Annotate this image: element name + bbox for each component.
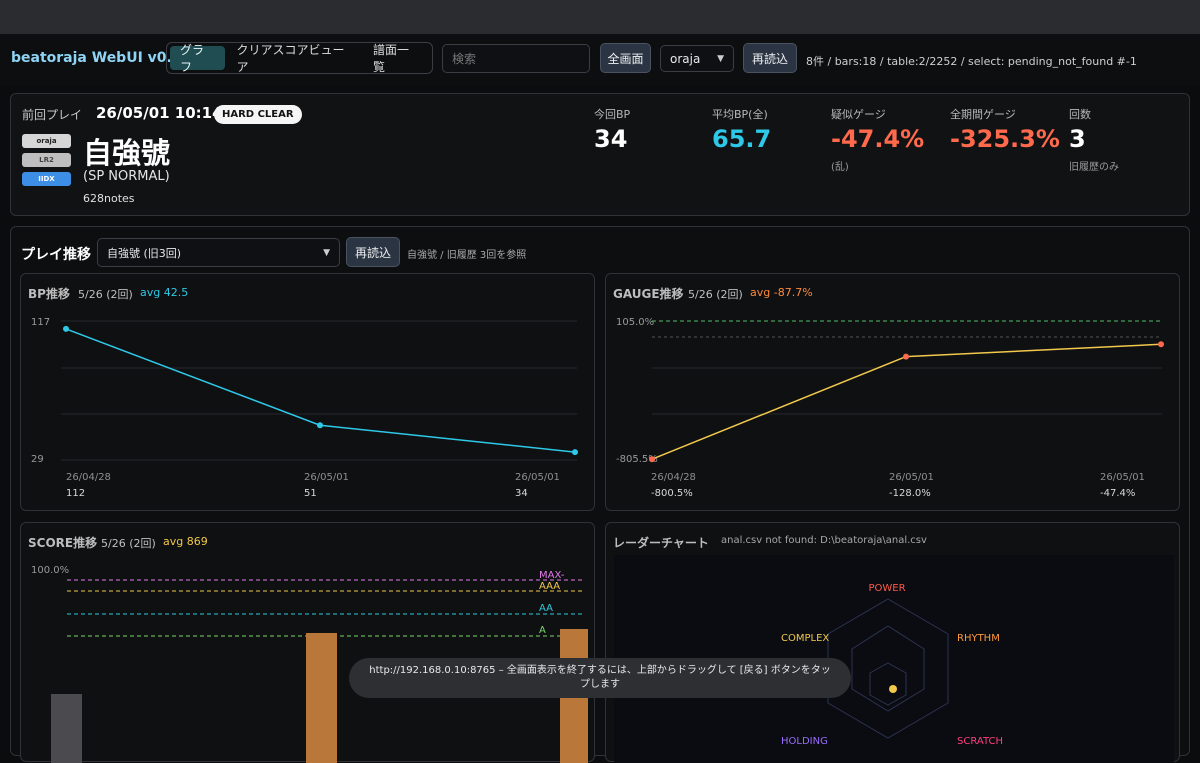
tab-chart-list[interactable]: 譜面一覧 <box>363 43 429 74</box>
player-select-value: oraja <box>670 51 701 66</box>
score-y-max-label: 100.0% <box>31 565 69 576</box>
stat-value-pseudo-gauge: -47.4% <box>831 125 925 153</box>
grade-label-aa: AA <box>539 603 553 614</box>
source-chip-oraja: oraja <box>22 134 71 148</box>
trend-title: プレイ推移 <box>21 247 91 263</box>
tab-graph[interactable]: グラフ <box>170 43 225 74</box>
score-bar-chart: 100.0% MAX- AAA AA A <box>31 565 588 763</box>
clear-badge: HARD CLEAR <box>214 105 302 124</box>
bp-y-max-label: 117 <box>31 317 50 328</box>
bp-line-chart: 117 29 26/04/28 26/05/01 26/05/01 112 51… <box>31 317 578 499</box>
stat-sub-play-count: 旧履歴のみ <box>1069 162 1119 173</box>
source-chip-lr2: LR2 <box>22 153 71 167</box>
gauge-value-label: -47.4% <box>1100 488 1135 499</box>
radar-panel: レーダーチャート anal.csv not found: D:\beatoraj… <box>605 522 1180 763</box>
app-title: beatoraja WebUI v0.17 <box>11 50 192 66</box>
bp-series-line <box>65 328 576 453</box>
radar-axis-scratch: SCRATCH <box>957 736 1003 747</box>
bp-value-label: 34 <box>515 488 528 499</box>
notes-count: 628notes <box>83 192 135 205</box>
stat-value-all-period-gauge: -325.3% <box>950 125 1060 153</box>
gauge-trend-panel: GAUGE推移 5/26 (2回) avg -87.7% 105.0% -805… <box>605 273 1180 511</box>
source-chip-iidx: IIDX <box>22 172 71 186</box>
grade-label-a: A <box>539 625 546 636</box>
trend-note: 自強號 / 旧履歴 3回を参照 <box>407 250 527 261</box>
gauge-value-label: -800.5% <box>651 488 693 499</box>
player-select[interactable]: oraja ▼ <box>660 45 734 72</box>
gauge-value-label: -128.0% <box>889 488 931 499</box>
difficulty-label: (SP NORMAL) <box>83 169 170 184</box>
trend-song-select[interactable]: 自強號 (旧3回) ▼ <box>97 238 340 267</box>
gauge-x-tick-label: 26/04/28 <box>651 472 696 483</box>
bp-x-tick-label: 26/05/01 <box>515 472 560 483</box>
gauge-y-max-label: 105.0% <box>616 317 654 328</box>
system-top-bar <box>0 0 1200 34</box>
bp-value-label: 51 <box>304 488 317 499</box>
data-point <box>317 422 323 429</box>
gauge-line-chart: 105.0% -805.5% 26/04/28 26/05/01 26/05/0… <box>616 317 1164 499</box>
data-point <box>649 456 655 463</box>
tab-clear-score-viewer[interactable]: クリアスコアビューア <box>227 43 362 74</box>
stat-value-current-bp: 34 <box>594 125 628 153</box>
grade-label-aaa: AAA <box>539 581 560 592</box>
score-bar <box>51 694 82 763</box>
data-point <box>572 449 578 456</box>
radar-chart: POWER RHYTHM SCRATCH HOLDING COMPLEX <box>614 555 1174 763</box>
stat-value-play-count: 3 <box>1069 125 1086 153</box>
bp-trend-panel: BP推移 5/26 (2回) avg 42.5 117 29 26/04/28 … <box>20 273 595 511</box>
stat-label-avg-bp: 平均BP(全) <box>712 108 768 121</box>
radar-point <box>889 685 897 693</box>
grade-label-max-minus: MAX- <box>539 570 565 581</box>
stat-label-pseudo-gauge: 疑似ゲージ <box>831 108 886 121</box>
stat-sub-pseudo-gauge: (乱) <box>831 162 849 173</box>
data-point <box>63 325 69 332</box>
stat-label-play-count: 回数 <box>1069 108 1091 121</box>
data-point <box>1158 341 1164 348</box>
chevron-down-icon: ▼ <box>717 53 724 64</box>
gauge-series-line <box>651 343 1162 460</box>
song-title: 自強號 <box>83 136 171 170</box>
reload-button[interactable]: 再読込 <box>743 43 797 73</box>
stat-label-all-period-gauge: 全期間ゲージ <box>950 108 1016 121</box>
radar-axis-power: POWER <box>868 583 905 594</box>
summary-card: 前回プレイ 26/05/01 10:14 HARD CLEAR oraja LR… <box>10 93 1190 216</box>
radar-axis-rhythm: RHYTHM <box>957 633 1000 644</box>
trend-song-select-value: 自強號 (旧3回) <box>107 246 182 260</box>
bp-y-min-label: 29 <box>31 454 44 465</box>
chevron-down-icon: ▼ <box>323 247 330 258</box>
gauge-x-tick-label: 26/05/01 <box>889 472 934 483</box>
data-point <box>903 353 909 360</box>
stat-value-avg-bp: 65.7 <box>712 125 772 153</box>
radar-axis-holding: HOLDING <box>781 736 828 747</box>
app-header: beatoraja WebUI v0.17 グラフ クリアスコアビューア 譜面一… <box>0 34 1200 86</box>
status-text: 8件 / bars:18 / table:2/2252 / select: pe… <box>806 55 1137 68</box>
stat-label-current-bp: 今回BP <box>594 108 631 121</box>
prev-play-label: 前回プレイ <box>22 108 83 122</box>
fullscreen-toast: http://192.168.0.10:8765 – 全画面表示を終了するには、… <box>349 658 851 698</box>
view-tabs: グラフ クリアスコアビューア 譜面一覧 <box>166 42 433 74</box>
play-date: 26/05/01 10:14 <box>96 104 223 122</box>
score-trend-panel: SCORE推移 5/26 (2回) avg 869 100.0% MAX- AA… <box>20 522 595 763</box>
search-input[interactable] <box>442 44 590 73</box>
radar-axis-complex: COMPLEX <box>781 633 829 644</box>
score-bar <box>306 633 337 763</box>
bp-x-tick-label: 26/04/28 <box>66 472 111 483</box>
gauge-x-tick-label: 26/05/01 <box>1100 472 1145 483</box>
fullscreen-button[interactable]: 全画面 <box>600 43 651 73</box>
bp-x-tick-label: 26/05/01 <box>304 472 349 483</box>
trend-reload-button[interactable]: 再読込 <box>346 237 400 267</box>
bp-value-label: 112 <box>66 488 85 499</box>
